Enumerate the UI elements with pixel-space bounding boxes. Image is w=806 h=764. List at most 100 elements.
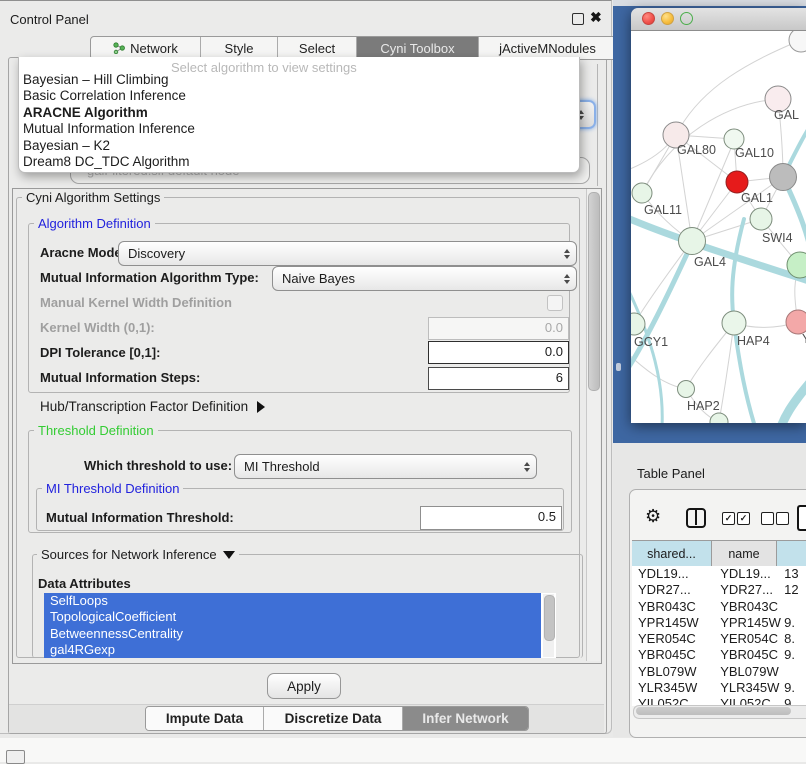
combo-stepper-icon bbox=[564, 274, 570, 284]
which-threshold-combo[interactable]: MI Threshold bbox=[234, 454, 537, 479]
attribute-item-selected[interactable]: gal4RGexp bbox=[44, 642, 541, 658]
node-label: GCY1 bbox=[634, 335, 668, 349]
cyni-algorithm-settings-title: Cyni Algorithm Settings bbox=[22, 190, 164, 205]
which-threshold-label: Which threshold to use: bbox=[84, 458, 232, 474]
dropdown-item[interactable]: Bayesian – K2 bbox=[19, 138, 579, 154]
float-panel-icon[interactable] bbox=[572, 13, 584, 25]
tab-jactivemnodules[interactable]: jActiveMNodules bbox=[478, 37, 616, 59]
kernel-width-input[interactable]: 0.0 bbox=[428, 317, 569, 340]
mi-type-combo[interactable]: Naive Bayes bbox=[272, 266, 577, 291]
tab-impute-data[interactable]: Impute Data bbox=[146, 707, 263, 730]
attribute-item-selected[interactable]: TopologicalCoefficient bbox=[44, 609, 541, 625]
table-body[interactable]: YDL19...YDL19...13 YDR27...YDR27...12 YB… bbox=[632, 566, 806, 706]
dropdown-item[interactable]: Basic Correlation Inference bbox=[19, 88, 579, 104]
attribute-item-selected[interactable]: BetweennessCentrality bbox=[44, 626, 541, 642]
node-hap4[interactable] bbox=[722, 311, 746, 335]
mi-type-label: Mutual Information Algorithm Type: bbox=[40, 270, 259, 286]
tab-cyni-toolbox[interactable]: Cyni Toolbox bbox=[356, 37, 478, 59]
attribute-item-selected[interactable]: SelfLoops bbox=[44, 593, 541, 609]
network-view-window[interactable]: GAL80 GAL10 GAL11 GAL1 SWI4 GAL4 GCY1 HA… bbox=[631, 8, 806, 423]
table-hscrollbar-thumb[interactable] bbox=[636, 707, 791, 715]
node-label: GAL bbox=[774, 108, 799, 122]
mi-threshold-input[interactable]: 0.5 bbox=[420, 506, 562, 530]
node-label: HAP2 bbox=[687, 399, 720, 413]
aracne-mode-label: Aracne Mode: bbox=[40, 245, 126, 261]
combo-stepper-icon bbox=[524, 462, 530, 472]
data-attributes-label: Data Attributes bbox=[38, 576, 131, 592]
tab-network[interactable]: Network bbox=[91, 37, 200, 59]
network-canvas[interactable]: GAL80 GAL10 GAL11 GAL1 SWI4 GAL4 GCY1 HA… bbox=[631, 31, 806, 423]
table-row[interactable]: YER054CYER054C8. bbox=[632, 631, 806, 647]
deselect-all-icon[interactable] bbox=[776, 512, 789, 525]
expander-expanded-icon bbox=[223, 551, 235, 559]
mi-steps-label: Mutual Information Steps: bbox=[40, 370, 200, 386]
node-label: SWI4 bbox=[762, 231, 793, 245]
new-table-icon[interactable] bbox=[797, 505, 806, 531]
node-gal4[interactable] bbox=[679, 228, 706, 255]
aracne-mode-combo[interactable]: Discovery bbox=[118, 241, 577, 266]
network-window-titlebar[interactable] bbox=[631, 8, 806, 31]
column-selector-icon[interactable] bbox=[686, 508, 706, 528]
node-label: Y bbox=[802, 332, 806, 346]
node-salmon[interactable] bbox=[786, 310, 806, 334]
tab-discretize-data[interactable]: Discretize Data bbox=[263, 707, 402, 730]
table-row[interactable]: YDR27...YDR27...12 bbox=[632, 582, 806, 598]
deselect-all-icon[interactable] bbox=[761, 512, 774, 525]
node[interactable] bbox=[710, 413, 728, 423]
dropdown-item-selected[interactable]: ARACNE Algorithm bbox=[19, 105, 579, 121]
apply-button[interactable]: Apply bbox=[267, 673, 341, 699]
kernel-width-label: Kernel Width (0,1): bbox=[40, 320, 155, 336]
dpi-tolerance-input[interactable]: 0.0 bbox=[428, 341, 569, 364]
minimize-window-icon[interactable] bbox=[661, 12, 674, 25]
column-header-partial[interactable] bbox=[777, 541, 806, 566]
table-row[interactable]: YBR045CYBR045C9. bbox=[632, 647, 806, 663]
zoom-window-icon[interactable] bbox=[680, 12, 693, 25]
data-attributes-list[interactable]: SelfLoops TopologicalCoefficient Between… bbox=[44, 593, 556, 658]
sources-group-title[interactable]: Sources for Network Inference bbox=[37, 547, 239, 562]
dropdown-item[interactable]: Dream8 DC_TDC Algorithm bbox=[19, 154, 579, 170]
mi-steps-input[interactable]: 6 bbox=[428, 367, 569, 390]
node-red-selected[interactable] bbox=[726, 171, 748, 193]
table-row[interactable]: YBL079WYBL079W bbox=[632, 664, 806, 680]
dropdown-item[interactable]: Mutual Information Inference bbox=[19, 121, 579, 137]
node-hap2[interactable] bbox=[678, 381, 695, 398]
expander-collapsed-icon bbox=[257, 401, 265, 413]
tab-network-label: Network bbox=[130, 41, 178, 56]
node-gal11[interactable] bbox=[632, 183, 652, 203]
node-label: GAL1 bbox=[741, 191, 773, 205]
node[interactable] bbox=[789, 31, 806, 52]
table-panel-title: Table Panel bbox=[637, 466, 705, 482]
combo-stepper-icon bbox=[564, 249, 570, 259]
table-settings-gear-icon[interactable]: ⚙ bbox=[645, 506, 661, 526]
node-gal1[interactable] bbox=[750, 208, 772, 230]
dropdown-item[interactable]: Bayesian – Hill Climbing bbox=[19, 72, 579, 88]
threshold-definition-title: Threshold Definition bbox=[34, 423, 158, 438]
select-all-icon[interactable]: ✓ bbox=[737, 512, 750, 525]
column-header-name[interactable]: name bbox=[712, 541, 777, 566]
table-row[interactable]: YLR345WYLR345W9. bbox=[632, 680, 806, 696]
algorithm-dropdown-list[interactable]: Select algorithm to view settings Bayesi… bbox=[18, 57, 580, 173]
attributes-scrollbar-thumb[interactable] bbox=[544, 595, 555, 641]
tab-infer-network[interactable]: Infer Network bbox=[402, 707, 528, 730]
manual-kernel-checkbox[interactable] bbox=[547, 295, 563, 311]
close-window-icon[interactable] bbox=[642, 12, 655, 25]
table-row[interactable]: YBR043CYBR043C bbox=[632, 599, 806, 615]
bottom-strip bbox=[0, 738, 806, 762]
hub-definition-expander[interactable]: Hub/Transcription Factor Definition bbox=[40, 399, 265, 415]
settings-scrollbar-thumb[interactable] bbox=[588, 192, 600, 391]
column-header-shared-name[interactable]: shared... bbox=[632, 541, 712, 566]
tab-select[interactable]: Select bbox=[277, 37, 356, 59]
node-label: HAP4 bbox=[737, 334, 770, 348]
algorithm-definition-title: Algorithm Definition bbox=[34, 216, 155, 231]
node-label: GAL11 bbox=[644, 203, 682, 217]
table-row[interactable]: YPR145WYPR145W9. bbox=[632, 615, 806, 631]
tab-style[interactable]: Style bbox=[200, 37, 277, 59]
node-gcy1[interactable] bbox=[631, 313, 645, 335]
select-all-icon[interactable]: ✓ bbox=[722, 512, 735, 525]
splitter-grip[interactable] bbox=[616, 363, 621, 371]
cyni-bottom-tabs: Impute Data Discretize Data Infer Networ… bbox=[145, 706, 529, 731]
manual-kernel-label: Manual Kernel Width Definition bbox=[40, 295, 232, 311]
close-panel-icon[interactable]: ✖ bbox=[590, 9, 602, 26]
table-row[interactable]: YDL19...YDL19...13 bbox=[632, 566, 806, 582]
node-gray[interactable] bbox=[770, 164, 797, 191]
